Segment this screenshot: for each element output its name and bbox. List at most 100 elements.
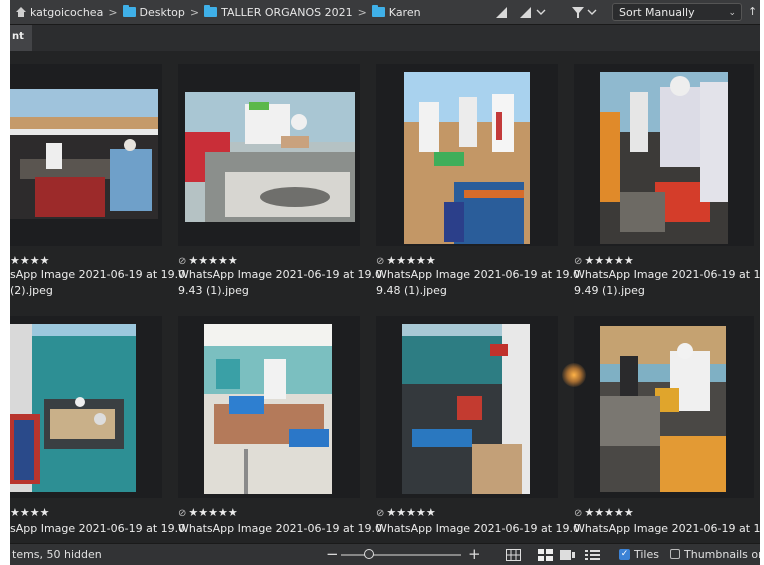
status-bar: tems, 50 hidden − + ✓ Tiles Thumbnails o… — [10, 543, 760, 565]
path-bar: katgoicochea > Desktop > TALLER ORGANOS … — [10, 0, 760, 25]
thumbnail-frame — [178, 316, 360, 498]
thumbnail-frame — [376, 64, 558, 246]
breadcrumb-separator: > — [189, 5, 200, 19]
breadcrumb-item-home[interactable]: katgoicochea — [16, 6, 103, 19]
file-tile[interactable]: ⊘ ★★★★★ WhatsApp Image 2021-06-19 at 19.0… — [178, 54, 382, 297]
thumbnail-image — [10, 89, 158, 219]
tab-row: nt — [10, 25, 760, 51]
sort-descending-icon[interactable] — [518, 5, 548, 19]
thumbnails-only-label: Thumbnails only — [684, 548, 760, 561]
rating-value: ★★★★★ — [584, 506, 634, 519]
file-name: WhatsApp Image 2021-06-19 at 19.0 — [376, 522, 581, 535]
thumbnail-image — [600, 72, 728, 244]
tiles-label: Tiles — [634, 548, 659, 561]
zoom-in-button[interactable]: + — [468, 545, 481, 563]
breadcrumb-item-taller[interactable]: TALLER ORGANOS 2021 — [204, 5, 353, 19]
file-name: WhatsApp Image 2021-06-19 at 19.0 — [178, 522, 383, 535]
file-tile[interactable]: ⊘ ★★★★★ WhatsApp Image 2021-06-19 at 19.0 — [376, 316, 580, 544]
list-view-icon[interactable] — [585, 549, 600, 561]
file-name: sApp Image 2021-06-19 at 19.0 — [10, 268, 186, 281]
thumbnail-image — [402, 324, 530, 494]
file-name-extension: 9.43 (1).jpeg — [178, 284, 249, 297]
file-name: sApp Image 2021-06-19 at 19.0 — [10, 522, 186, 535]
no-rating-icon[interactable]: ⊘ — [574, 508, 582, 519]
breadcrumb-label: TALLER ORGANOS 2021 — [221, 5, 353, 19]
tiles-checkbox[interactable]: ✓ — [619, 549, 630, 560]
rating-stars[interactable]: ⊘ ★★★★★ — [178, 254, 238, 267]
thumbnail-grid: ★★★★ sApp Image 2021-06-19 at 19.0 (2).j… — [10, 54, 760, 544]
folder-icon — [122, 5, 136, 17]
zoom-slider[interactable] — [341, 554, 461, 556]
file-browser-window: katgoicochea > Desktop > TALLER ORGANOS … — [10, 0, 760, 565]
rating-value: ★★★★ — [10, 506, 50, 519]
thumbnail-frame — [178, 64, 360, 246]
rating-value: ★★★★★ — [188, 254, 238, 267]
folder-icon — [371, 5, 385, 17]
breadcrumb-separator: > — [357, 5, 367, 19]
rating-stars[interactable]: ⊘ ★★★★★ — [376, 254, 436, 267]
thumbnail-frame — [376, 316, 558, 498]
file-name-extension: (2).jpeg — [10, 284, 53, 297]
chevron-down-icon: ⌄ — [728, 8, 736, 18]
rating-value: ★★★★★ — [386, 254, 436, 267]
no-rating-icon[interactable]: ⊘ — [574, 256, 582, 267]
item-count: tems, 50 hidden — [12, 548, 102, 561]
folder-icon — [204, 5, 218, 17]
thumbnail-frame — [574, 316, 754, 498]
rating-stars[interactable]: ⊘ ★★★★★ — [376, 506, 436, 519]
filter-icon[interactable] — [570, 5, 598, 19]
file-name-extension: 9.49 (1).jpeg — [574, 284, 645, 297]
breadcrumb-item-desktop[interactable]: Desktop — [122, 5, 185, 19]
file-name: WhatsApp Image 2021-06-19 at 19.0 — [574, 268, 760, 281]
file-tile[interactable]: ★★★★ sApp Image 2021-06-19 at 19.0 (2).j… — [10, 54, 185, 297]
sort-ascending-icon[interactable] — [494, 5, 512, 19]
file-tile[interactable]: ⊘ ★★★★★ WhatsApp Image 2021-06-19 at 19.0… — [574, 54, 760, 297]
file-name: WhatsApp Image 2021-06-19 at 19.0 — [376, 268, 581, 281]
rating-stars[interactable]: ★★★★ — [10, 506, 49, 519]
no-rating-icon[interactable]: ⊘ — [178, 508, 186, 519]
no-rating-icon[interactable]: ⊘ — [178, 256, 186, 267]
zoom-out-button[interactable]: − — [326, 545, 339, 563]
rating-value: ★★★★★ — [188, 506, 238, 519]
breadcrumb-label: katgoicochea — [30, 5, 104, 19]
file-name-extension: 9.48 (1).jpeg — [376, 284, 447, 297]
breadcrumb-label: Karen — [388, 5, 421, 19]
file-tile[interactable]: ★★★★ sApp Image 2021-06-19 at 19.0 — [10, 316, 185, 544]
rating-value: ★★★★ — [10, 254, 50, 267]
file-tile[interactable]: ⊘ ★★★★★ WhatsApp Image 2021-06-19 at 19.0 — [178, 316, 382, 544]
breadcrumb: katgoicochea > Desktop > TALLER ORGANOS … — [16, 4, 421, 20]
zoom-slider-handle[interactable] — [364, 549, 374, 559]
thumbnail-frame — [10, 316, 162, 498]
grid-view-icon[interactable] — [506, 549, 521, 561]
tile-view-icon[interactable] — [538, 549, 553, 561]
file-name: WhatsApp Image 2021-06-19 at 19.0 — [574, 522, 760, 535]
breadcrumb-label: Desktop — [139, 5, 185, 19]
file-tile[interactable]: ⊘ ★★★★★ WhatsApp Image 2021-06-19 at 19.0 — [574, 316, 760, 544]
thumbnail-frame — [574, 64, 754, 246]
thumbnail-image — [600, 326, 726, 492]
thumbnail-image — [10, 324, 136, 492]
rating-value: ★★★★★ — [386, 506, 436, 519]
rating-value: ★★★★★ — [584, 254, 634, 267]
thumbnail-image — [204, 324, 332, 494]
file-name: WhatsApp Image 2021-06-19 at 19.0 — [178, 268, 383, 281]
thumbnail-image — [404, 72, 530, 244]
thumbnails-only-checkbox[interactable] — [670, 549, 680, 559]
sort-value: Sort Manually — [619, 6, 695, 19]
pin-icon[interactable]: ↑ — [748, 5, 758, 19]
rating-stars[interactable]: ★★★★ — [10, 254, 49, 267]
screen-glare — [562, 363, 586, 387]
no-rating-icon[interactable]: ⊘ — [376, 256, 384, 267]
breadcrumb-item-karen[interactable]: Karen — [371, 5, 421, 19]
breadcrumb-separator: > — [108, 5, 118, 19]
rating-stars[interactable]: ⊘ ★★★★★ — [178, 506, 238, 519]
file-tile[interactable]: ⊘ ★★★★★ WhatsApp Image 2021-06-19 at 19.0… — [376, 54, 580, 297]
rating-stars[interactable]: ⊘ ★★★★★ — [574, 254, 634, 267]
thumbnail-frame — [10, 64, 162, 246]
filmstrip-view-icon[interactable] — [560, 549, 575, 561]
no-rating-icon[interactable]: ⊘ — [376, 508, 384, 519]
thumbnail-image — [185, 92, 355, 222]
sort-dropdown[interactable]: Sort Manually ⌄ — [612, 3, 742, 21]
tab-content[interactable]: nt — [10, 25, 32, 51]
rating-stars[interactable]: ⊘ ★★★★★ — [574, 506, 634, 519]
